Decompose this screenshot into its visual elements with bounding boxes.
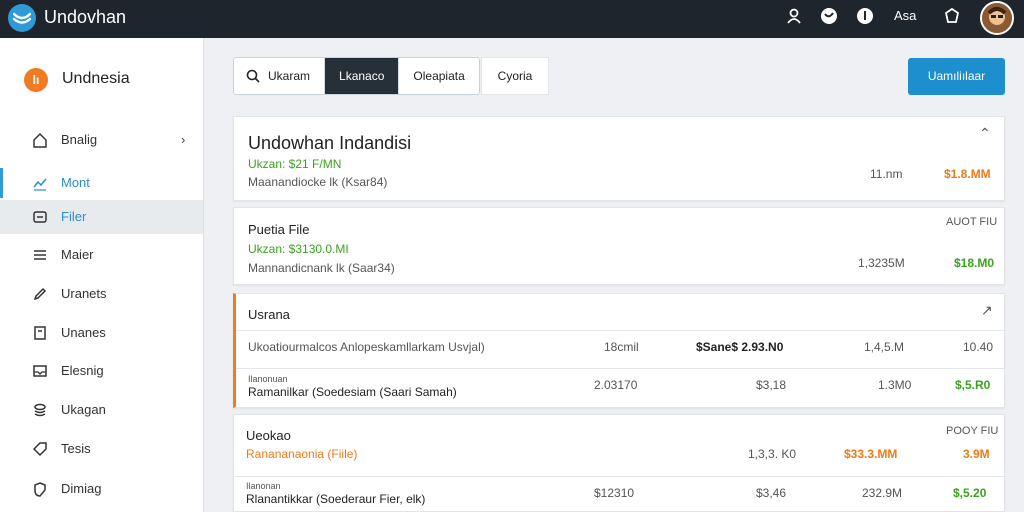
- row-cell: 1,3,3. K0: [748, 447, 797, 461]
- row-cell: $33.3.MM: [844, 447, 898, 461]
- sidebar-item-unanes[interactable]: Unanes: [0, 316, 203, 350]
- brand-name: Undnesia: [62, 70, 130, 87]
- row-cell: $3,46: [756, 486, 787, 500]
- file-card[interactable]: Puetia File AUOT FIU Ukzan: $3130.0.MI M…: [233, 207, 1005, 285]
- files-icon: [32, 209, 48, 225]
- card-total: $18.M0: [954, 256, 995, 270]
- row-cell: 1.3M0: [878, 378, 912, 392]
- trend-icon: [32, 175, 48, 191]
- row-label: Rlanantikkar (Soederaur Fier, elk): [246, 492, 426, 506]
- card-title: Ueokao: [246, 428, 291, 443]
- inbox-icon: [32, 363, 48, 379]
- sidebar-item-mont[interactable]: Mont: [0, 166, 203, 200]
- info-icon[interactable]: [856, 7, 878, 29]
- row-cell: $12310: [594, 486, 635, 500]
- row-label-small: Ilanonan: [246, 481, 281, 491]
- card-header-right: POOY FIU: [946, 425, 999, 437]
- sidebar-item-label: Maier: [61, 247, 94, 262]
- table-card: Usrana ↗ Ukoatiourmalcos Anlopeskamllark…: [233, 293, 1005, 408]
- twitter-icon[interactable]: [820, 7, 842, 29]
- coins-icon: [32, 402, 48, 418]
- pencil-icon: [32, 286, 48, 302]
- table-card-2: Ueokao POOY FIU Ranananaonia (Fiile) 1,3…: [233, 414, 1005, 512]
- primary-action-button[interactable]: Uamıliılaar: [908, 58, 1005, 95]
- sidebar-item-dimiag[interactable]: Dimiag: [0, 472, 203, 506]
- row-cell: 1,4,5.M: [864, 340, 905, 354]
- sidebar-item-label: Ukagan: [61, 402, 106, 417]
- sidebar-item-elesnig[interactable]: Elesnig: [0, 354, 203, 388]
- sidebar-item-label: Elesnig: [61, 363, 104, 378]
- chevron-right-icon[interactable]: ›: [181, 132, 185, 147]
- sidebar-item-uranets[interactable]: Uranets: [0, 277, 203, 311]
- user-icon[interactable]: [785, 7, 807, 29]
- row-label-small: Ilanonuan: [248, 374, 288, 384]
- card-meta: Mannandicnank lk (Saar34): [248, 261, 395, 275]
- tag-icon: [32, 441, 48, 457]
- row-cell: $Sane$ 2.93.N0: [696, 340, 784, 354]
- sidebar-item-ukagan[interactable]: Ukagan: [0, 393, 203, 427]
- avatar[interactable]: [980, 1, 1014, 35]
- tab-label: Ukaram: [268, 69, 311, 83]
- chevron-up-icon[interactable]: ⌃: [979, 125, 991, 142]
- tab-search[interactable]: Ukaram: [234, 58, 326, 94]
- expand-icon[interactable]: ↗: [981, 302, 993, 319]
- card-subtitle: Ukzan: $3130.0.MI: [248, 242, 349, 256]
- sidebar-item-home[interactable]: Bnalig ›: [0, 123, 203, 157]
- sidebar-item-maier[interactable]: Maier: [0, 238, 203, 272]
- sidebar-item-label: Mont: [61, 175, 90, 190]
- home-icon: [32, 132, 48, 148]
- settings-icon[interactable]: [943, 7, 965, 29]
- row-label: Ukoatiourmalcos Anlopeskamllarkam Usvjal…: [248, 340, 485, 354]
- sidebar-item-label: Bnalig: [61, 132, 98, 147]
- card-title: Puetia File: [248, 222, 310, 237]
- card-value: 1,3235M: [858, 256, 905, 270]
- row-cell: $,5.R0: [955, 378, 991, 392]
- brand-logo-icon: lı: [24, 68, 48, 92]
- sidebar-item-filer[interactable]: Filer: [0, 200, 203, 234]
- row-cell: 3.9M: [963, 447, 990, 461]
- tab-third[interactable]: Oleapiata: [399, 58, 478, 94]
- shield-icon: [32, 481, 48, 497]
- card-title: Usrana: [248, 307, 290, 322]
- tab-extra[interactable]: Cyoria: [481, 57, 549, 95]
- card-header-right: AUOT FIU: [946, 216, 998, 228]
- row-cell: $,5.20: [953, 486, 987, 500]
- search-icon: [246, 69, 260, 83]
- sidebar: lı Undnesia Bnalig › Mont Filer Maier Ur…: [0, 38, 204, 512]
- sidebar-item-label: Unanes: [61, 325, 106, 340]
- sidebar-item-label: Tesis: [61, 441, 91, 456]
- tab-group: Ukaram Lkanaco Oleapiata: [233, 57, 480, 95]
- app-logo-icon[interactable]: [8, 4, 36, 32]
- card-value: 11.nm: [870, 167, 903, 181]
- row-cell: 2.03170: [594, 378, 638, 392]
- sidebar-item-label: Filer: [61, 209, 87, 224]
- card-meta: Maanandiocke lk (Ksar84): [248, 175, 388, 189]
- sidebar-item-label: Uranets: [61, 286, 107, 301]
- card-total: $1.8.MM: [944, 167, 991, 181]
- row-label: Ranananaonia (Fiile): [246, 447, 358, 461]
- tab-active[interactable]: Lkanaco: [325, 58, 400, 94]
- app-title: Undovhan: [44, 7, 127, 27]
- card-subtitle: Ukzan: $21 F/MN: [248, 157, 342, 171]
- top-bar: Undovhan Asa: [0, 0, 1024, 38]
- row-cell: 10.40: [963, 340, 994, 354]
- row-cell: $3,18: [756, 378, 787, 392]
- row-cell: 232.9M: [862, 486, 903, 500]
- row-label: Ramanilkar (Soedesiam (Saari Samah): [248, 385, 457, 399]
- card-title: Undowhan Indandisi: [248, 133, 412, 153]
- sidebar-item-tesis[interactable]: Tesis: [0, 432, 203, 466]
- user-name[interactable]: Asa: [894, 8, 916, 23]
- row-cell: 18cmil: [604, 340, 639, 354]
- sidebar-item-label: Dimiag: [61, 481, 102, 496]
- summary-card[interactable]: Undowhan Indandisi Ukzan: $21 F/MN Maana…: [233, 116, 1005, 201]
- doc-icon: [32, 325, 48, 341]
- list-icon: [32, 247, 48, 263]
